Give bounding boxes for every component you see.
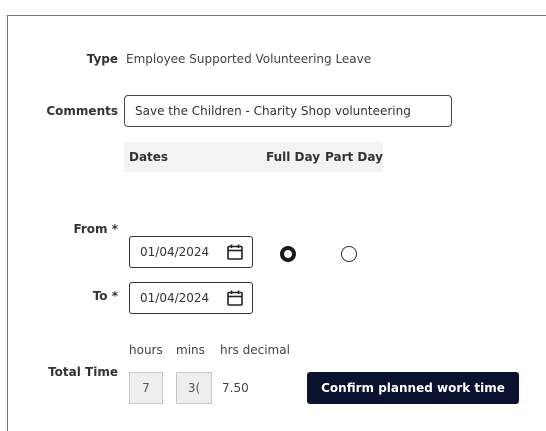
comments-label: Comments — [46, 104, 118, 118]
type-label: Type — [86, 52, 118, 66]
mins-label: mins — [176, 343, 205, 357]
comments-input[interactable]: Save the Children - Charity Shop volunte… — [124, 95, 452, 127]
mins-input[interactable]: 3( — [176, 372, 212, 404]
part-day-radio[interactable] — [341, 246, 357, 262]
calendar-icon[interactable] — [226, 243, 244, 261]
from-date-value: 01/04/2024 — [140, 245, 210, 259]
dates-column-header: Dates — [129, 150, 169, 164]
to-date-value: 01/04/2024 — [140, 291, 210, 305]
from-date-input[interactable]: 01/04/2024 — [129, 236, 253, 268]
hrs-decimal-label: hrs decimal — [220, 343, 290, 357]
type-value: Employee Supported Volunteering Leave — [126, 52, 372, 66]
calendar-icon[interactable] — [226, 289, 244, 307]
total-time-label: Total Time — [48, 365, 118, 379]
hrs-decimal-value: 7.50 — [222, 381, 249, 395]
full-day-radio[interactable] — [280, 246, 296, 262]
hours-label: hours — [129, 343, 163, 357]
part-day-column-header: Part Day — [325, 150, 383, 164]
dates-header: Dates Full Day Part Day — [124, 142, 383, 172]
full-day-column-header: Full Day — [266, 150, 321, 164]
to-label: To * — [92, 289, 118, 303]
confirm-planned-work-time-button[interactable]: Confirm planned work time — [307, 372, 519, 404]
from-label: From * — [73, 222, 118, 236]
to-date-input[interactable]: 01/04/2024 — [129, 282, 253, 314]
hours-input[interactable]: 7 — [129, 372, 163, 404]
